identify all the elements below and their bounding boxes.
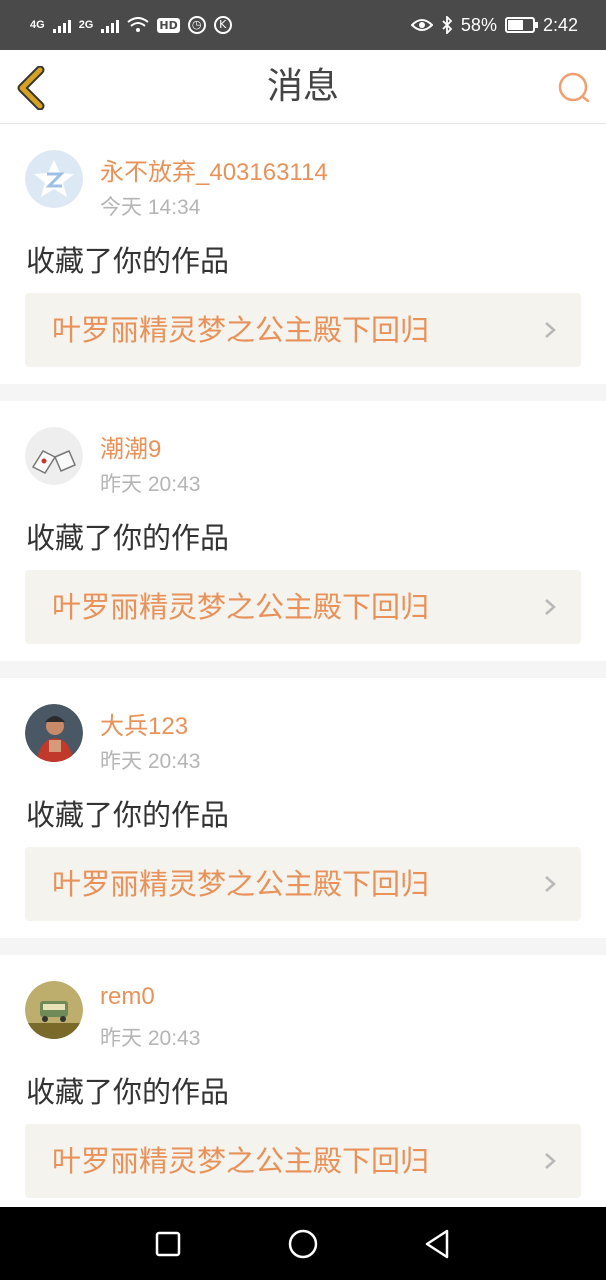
signal-icon [52,17,71,33]
status-bar-left: 4G 2G HD ◷ K [30,16,232,34]
signal-icon-2 [101,17,120,33]
username-link[interactable]: 潮潮9 [100,429,161,464]
work-title: 叶罗丽精灵梦之公主殿下回归 [52,590,430,624]
work-title: 叶罗丽精灵梦之公主殿下回归 [52,313,430,347]
chevron-right-icon [545,599,556,615]
work-title: 叶罗丽精灵梦之公主殿下回归 [52,1144,430,1178]
message-list: 永不放弃_403163114 今天 14:34 收藏了你的作品 叶罗丽精灵梦之公… [0,124,606,1232]
avatar[interactable] [25,150,83,208]
eye-icon [410,19,433,31]
chevron-right-icon [545,322,556,338]
timestamp: 昨天 20:43 [100,473,201,496]
work-link[interactable]: 叶罗丽精灵梦之公主殿下回归 [25,847,581,921]
message-card: rem0 昨天 20:43 收藏了你的作品 叶罗丽精灵梦之公主殿下回归 [0,955,606,1215]
system-nav-bar [0,1207,606,1280]
nav-back-button[interactable] [421,1227,455,1261]
k-icon: K [213,16,232,34]
clock: 2:42 [542,14,578,35]
top-bar: 消息 [0,50,606,124]
work-link[interactable]: 叶罗丽精灵梦之公主殿下回归 [25,293,581,367]
message-card: 永不放弃_403163114 今天 14:34 收藏了你的作品 叶罗丽精灵梦之公… [0,124,606,384]
square-icon [155,1231,181,1257]
chevron-right-icon [545,1153,556,1169]
avatar[interactable] [25,704,83,762]
wifi-icon [127,17,149,32]
hd-icon: HD [157,17,180,33]
page-title: 消息 [266,66,339,107]
avatar[interactable] [25,427,83,485]
chevron-right-icon [545,876,556,892]
username-link[interactable]: rem0 [100,983,155,1011]
bluetooth-icon [442,16,453,34]
triangle-back-icon [425,1229,449,1259]
network-2g-label: 2G [78,19,94,31]
timestamp: 今天 14:34 [100,196,201,219]
search-icon [558,72,590,103]
work-title: 叶罗丽精灵梦之公主殿下回归 [52,867,430,901]
work-link[interactable]: 叶罗丽精灵梦之公主殿下回归 [25,1124,581,1198]
action-text: 收藏了你的作品 [26,521,230,555]
action-text: 收藏了你的作品 [26,244,230,278]
status-bar: 4G 2G HD ◷ K 58% 2:42 [0,0,606,50]
home-button[interactable] [286,1227,320,1261]
action-text: 收藏了你的作品 [26,1075,230,1109]
avatar[interactable] [25,981,83,1039]
search-button[interactable] [556,70,592,106]
username-link[interactable]: 大兵123 [100,706,188,741]
data-saver-icon: ◷ [187,16,206,34]
action-text: 收藏了你的作品 [26,798,230,832]
message-card: 大兵123 昨天 20:43 收藏了你的作品 叶罗丽精灵梦之公主殿下回归 [0,678,606,938]
battery-icon [504,17,538,33]
status-bar-right: 58% 2:42 [410,14,578,36]
username-link[interactable]: 永不放弃_403163114 [100,152,328,187]
timestamp: 昨天 20:43 [100,750,201,773]
work-link[interactable]: 叶罗丽精灵梦之公主殿下回归 [25,570,581,644]
battery-percent: 58% [460,14,497,35]
message-card: 潮潮9 昨天 20:43 收藏了你的作品 叶罗丽精灵梦之公主殿下回归 [0,401,606,661]
timestamp: 昨天 20:43 [100,1027,201,1050]
recents-button[interactable] [151,1227,185,1261]
network-4g-label: 4G [30,19,45,31]
circle-icon [288,1229,318,1259]
